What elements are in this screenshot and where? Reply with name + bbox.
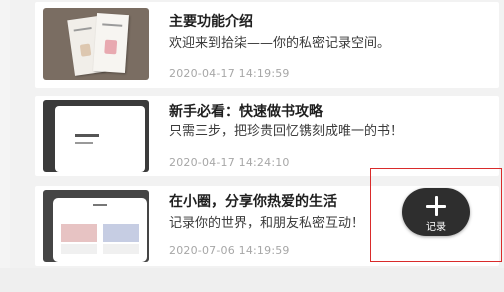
article-thumbnail bbox=[43, 190, 149, 262]
screen-left-edge bbox=[0, 0, 10, 292]
article-card-features[interactable]: 主要功能介绍 欢迎来到拾柒——你的私密记录空间。 2020-04-17 14:1… bbox=[35, 2, 499, 88]
article-timestamp: 2020-07-06 14:19:59 bbox=[169, 244, 290, 257]
article-title: 在小圈，分享你热爱的生活 bbox=[169, 194, 337, 210]
record-fab-label: 记录 bbox=[426, 222, 446, 233]
article-description: 记录你的世界，和朋友私密互动！ bbox=[169, 216, 365, 231]
article-thumbnail bbox=[43, 100, 149, 172]
record-fab-button[interactable]: 记录 bbox=[402, 188, 470, 236]
article-timestamp: 2020-04-17 14:19:59 bbox=[169, 67, 290, 80]
article-description: 欢迎来到拾柒——你的私密记录空间。 bbox=[169, 36, 391, 51]
article-title: 新手必看：快速做书攻略 bbox=[169, 104, 323, 120]
article-title: 主要功能介绍 bbox=[169, 14, 253, 30]
article-thumbnail bbox=[43, 8, 149, 80]
article-card-guide[interactable]: 新手必看：快速做书攻略 只需三步，把珍贵回忆镌刻成唯一的书！ 2020-04-1… bbox=[35, 96, 499, 176]
article-timestamp: 2020-04-17 14:24:10 bbox=[169, 156, 290, 169]
list-bottom-area bbox=[0, 268, 504, 292]
article-description: 只需三步，把珍贵回忆镌刻成唯一的书！ bbox=[169, 124, 404, 139]
